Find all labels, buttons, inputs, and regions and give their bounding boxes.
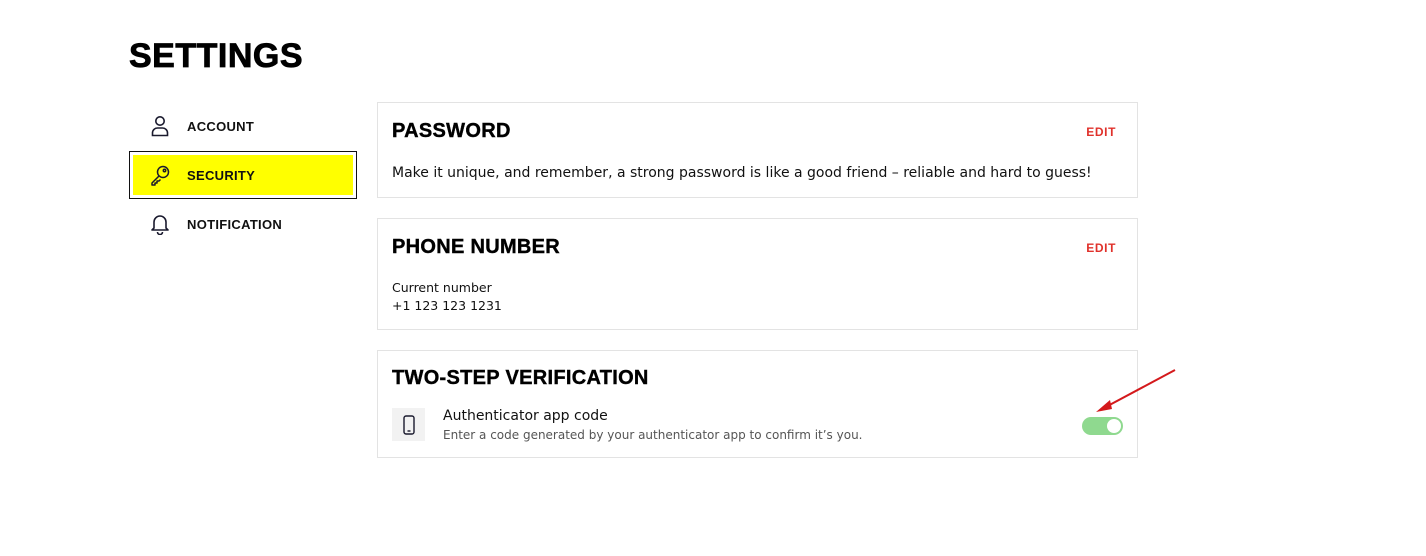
password-card: PASSWORD EDIT Make it unique, and rememb…	[377, 102, 1138, 198]
authenticator-title: Authenticator app code	[443, 408, 608, 424]
card-title: PHONE NUMBER	[392, 236, 561, 258]
card-title: PASSWORD	[392, 120, 511, 142]
sidebar-item-label: NOTIFICATION	[187, 216, 283, 232]
phone-number-value: +1 123 123 1231	[392, 298, 502, 313]
phone-edit-button[interactable]: EDIT	[1086, 241, 1116, 255]
page-title: SETTINGS	[129, 37, 304, 76]
two-step-card: TWO-STEP VERIFICATION Authenticator app …	[377, 350, 1138, 458]
bell-icon	[149, 213, 171, 235]
phone-card: PHONE NUMBER EDIT Current number +1 123 …	[377, 218, 1138, 330]
password-description: Make it unique, and remember, a strong p…	[392, 165, 1092, 181]
smartphone-icon	[392, 408, 425, 441]
sidebar-item-security[interactable]: SECURITY	[129, 151, 357, 199]
sidebar-item-label: ACCOUNT	[187, 118, 255, 134]
sidebar-item-account[interactable]: ACCOUNT	[129, 102, 357, 150]
authenticator-toggle[interactable]	[1082, 417, 1123, 435]
password-edit-button[interactable]: EDIT	[1086, 125, 1116, 139]
card-title: TWO-STEP VERIFICATION	[392, 367, 649, 389]
key-icon	[149, 164, 171, 186]
sidebar-item-notification[interactable]: NOTIFICATION	[129, 200, 357, 248]
settings-sidebar: ACCOUNT SECURITY NOTIFICATION	[129, 102, 357, 249]
sidebar-item-label: SECURITY	[187, 167, 256, 183]
annotation-arrow-icon	[1096, 369, 1176, 412]
authenticator-description: Enter a code generated by your authentic…	[443, 428, 863, 442]
user-icon	[149, 115, 171, 137]
toggle-knob	[1107, 419, 1121, 433]
current-number-label: Current number	[392, 280, 492, 295]
